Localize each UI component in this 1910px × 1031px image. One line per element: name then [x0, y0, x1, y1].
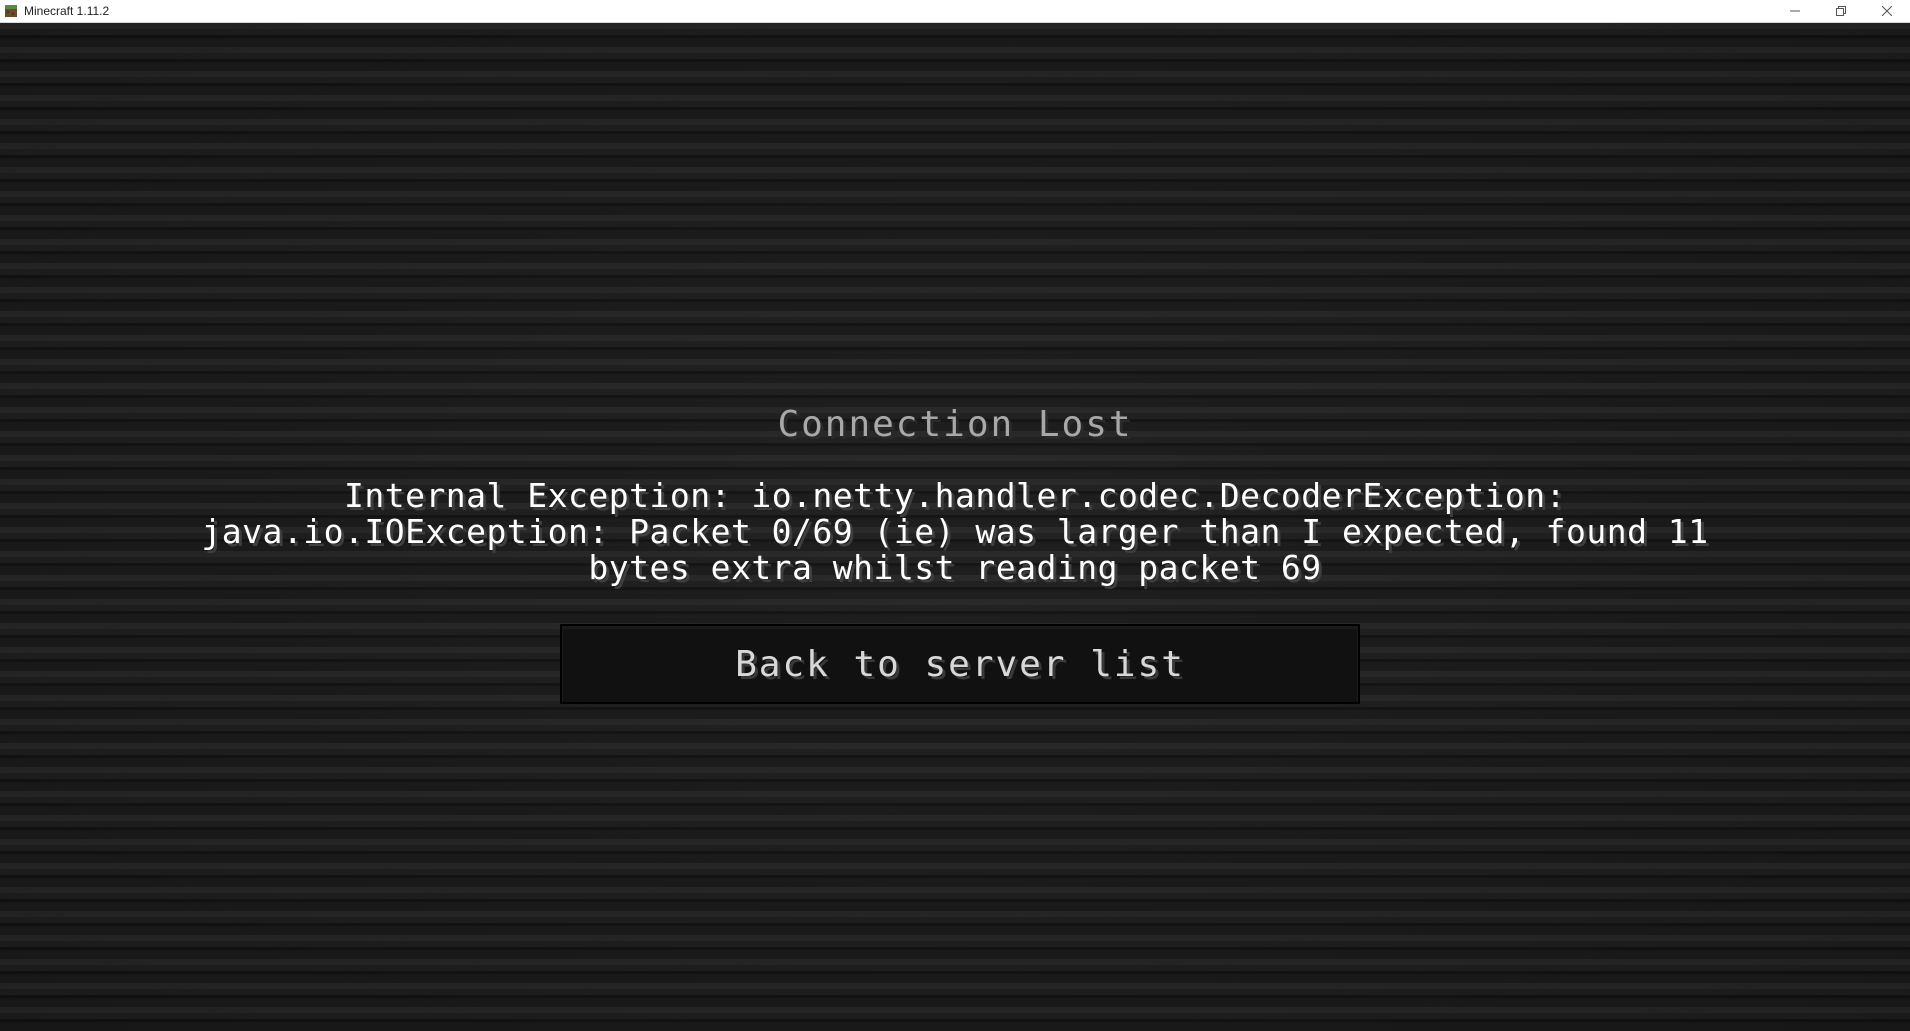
- dirt-background: Connection Lost Internal Exception: io.n…: [0, 23, 1910, 1031]
- restore-icon: [1836, 5, 1846, 19]
- minecraft-window: Minecraft 1.11.2 Connection Lost Interna…: [0, 0, 1910, 1031]
- window-title: Minecraft 1.11.2: [24, 4, 110, 18]
- disconnect-reason: Internal Exception: io.netty.handler.cod…: [201, 476, 1709, 587]
- back-to-server-list-button[interactable]: Back to server list: [560, 624, 1360, 704]
- close-icon: [1881, 5, 1893, 19]
- screen-heading: Connection Lost: [777, 404, 1133, 445]
- minimize-button[interactable]: [1772, 0, 1818, 23]
- title-bar[interactable]: Minecraft 1.11.2: [0, 0, 1910, 23]
- close-button[interactable]: [1864, 0, 1910, 23]
- restore-button[interactable]: [1818, 0, 1864, 23]
- minecraft-grass-block-icon: [4, 4, 18, 18]
- minimize-icon: [1790, 5, 1800, 19]
- window-controls: [1772, 0, 1910, 23]
